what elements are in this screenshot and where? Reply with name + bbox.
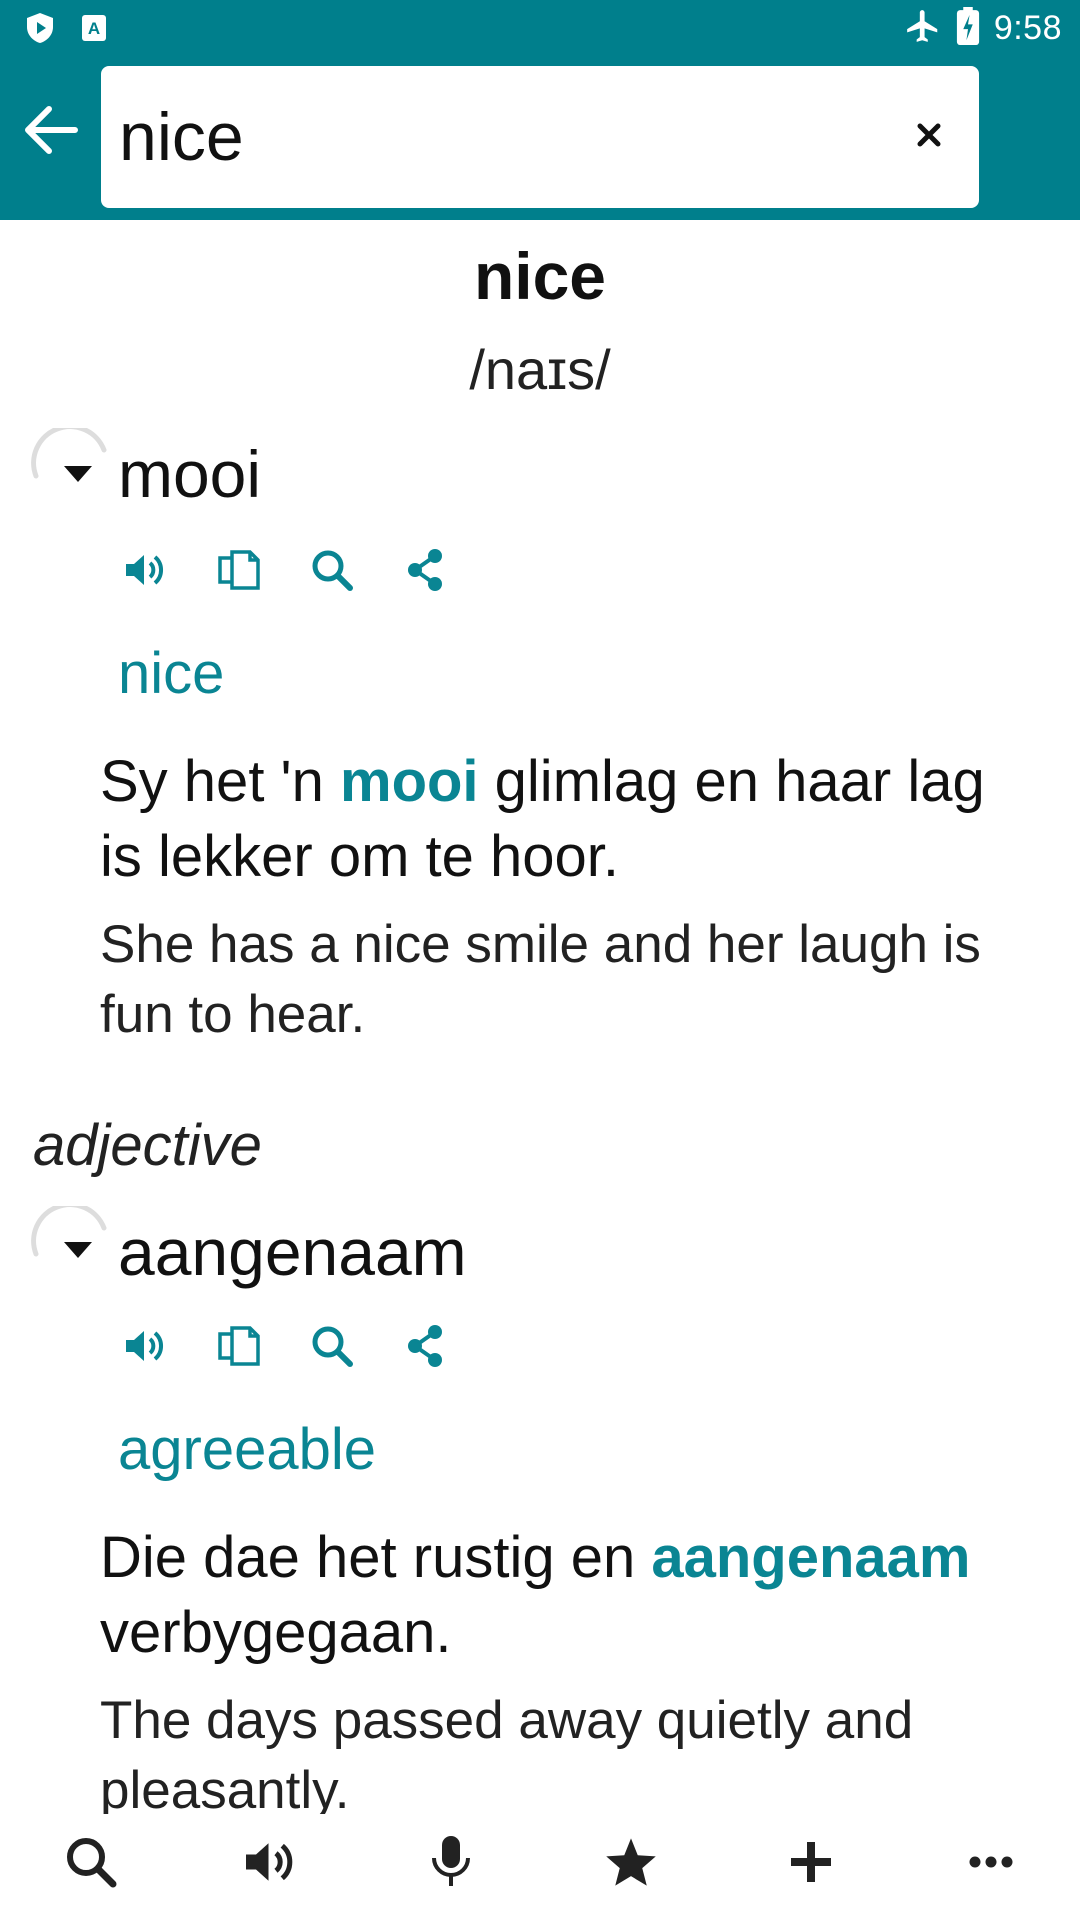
entry-word: mooi: [118, 437, 262, 511]
collapse-toggle-icon[interactable]: [56, 1228, 100, 1272]
status-bar: A 9:58: [0, 0, 1080, 56]
clear-button[interactable]: [899, 107, 959, 167]
nav-speak-button[interactable]: [231, 1824, 311, 1904]
example-translation: The days passed away quietly and pleasan…: [100, 1691, 914, 1820]
airplane-icon: [904, 7, 942, 50]
part-of-speech-label: adjective: [33, 1113, 262, 1178]
more-icon: [968, 1855, 1014, 1874]
share-icon: [403, 1324, 447, 1373]
translation-link[interactable]: nice: [118, 636, 224, 712]
entry-actions: [118, 544, 490, 600]
search-box: [101, 66, 979, 208]
phonetic: /naɪs/: [469, 338, 611, 401]
microphone-icon: [429, 1834, 473, 1895]
plus-icon: [788, 1839, 834, 1890]
share-icon: [403, 548, 447, 597]
status-time: 9:58: [993, 8, 1062, 47]
close-icon: [917, 123, 941, 152]
nav-search-button[interactable]: [51, 1824, 131, 1904]
copy-icon: [216, 548, 262, 597]
example-translation: She has a nice smile and her laugh is fu…: [100, 915, 981, 1044]
lookup-button[interactable]: [304, 544, 360, 600]
nav-more-button[interactable]: [951, 1824, 1031, 1904]
highlighted-word: mooi: [340, 749, 479, 814]
speak-button[interactable]: [118, 1320, 174, 1376]
bottom-toolbar: [0, 1814, 1080, 1920]
entry-word: aangenaam: [118, 1215, 467, 1289]
speaker-icon: [124, 1326, 168, 1371]
entry-actions: [118, 1320, 490, 1376]
copy-button[interactable]: [211, 1320, 267, 1376]
highlighted-word: aangenaam: [651, 1525, 971, 1590]
a-badge-icon: A: [80, 10, 116, 46]
share-button[interactable]: [397, 544, 453, 600]
search-input[interactable]: [119, 66, 879, 208]
search-icon: [310, 548, 354, 597]
search-icon: [63, 1834, 119, 1895]
copy-icon: [216, 1324, 262, 1373]
star-icon: [604, 1836, 658, 1893]
nav-add-button[interactable]: [771, 1824, 851, 1904]
speaker-icon: [124, 550, 168, 595]
svg-text:A: A: [88, 19, 100, 38]
back-button[interactable]: [18, 100, 82, 164]
nav-voice-button[interactable]: [411, 1824, 491, 1904]
search-icon: [310, 1324, 354, 1373]
arrow-left-icon: [21, 104, 79, 161]
shield-play-icon: [22, 10, 58, 46]
speaker-icon: [243, 1837, 299, 1892]
translation-link[interactable]: agreeable: [118, 1412, 376, 1488]
nav-favorites-button[interactable]: [591, 1824, 671, 1904]
app-header: A 9:58: [0, 0, 1080, 220]
collapse-toggle-icon[interactable]: [56, 452, 100, 496]
share-button[interactable]: [397, 1320, 453, 1376]
example-sentence: Die dae het rustig en aangenaam verbygeg…: [100, 1525, 971, 1665]
copy-button[interactable]: [211, 544, 267, 600]
speak-button[interactable]: [118, 544, 174, 600]
headword: nice: [473, 239, 607, 313]
example-sentence: Sy het 'n mooi glimlag en haar lag is le…: [100, 749, 985, 889]
lookup-button[interactable]: [304, 1320, 360, 1376]
battery-charging-icon: [956, 6, 980, 50]
